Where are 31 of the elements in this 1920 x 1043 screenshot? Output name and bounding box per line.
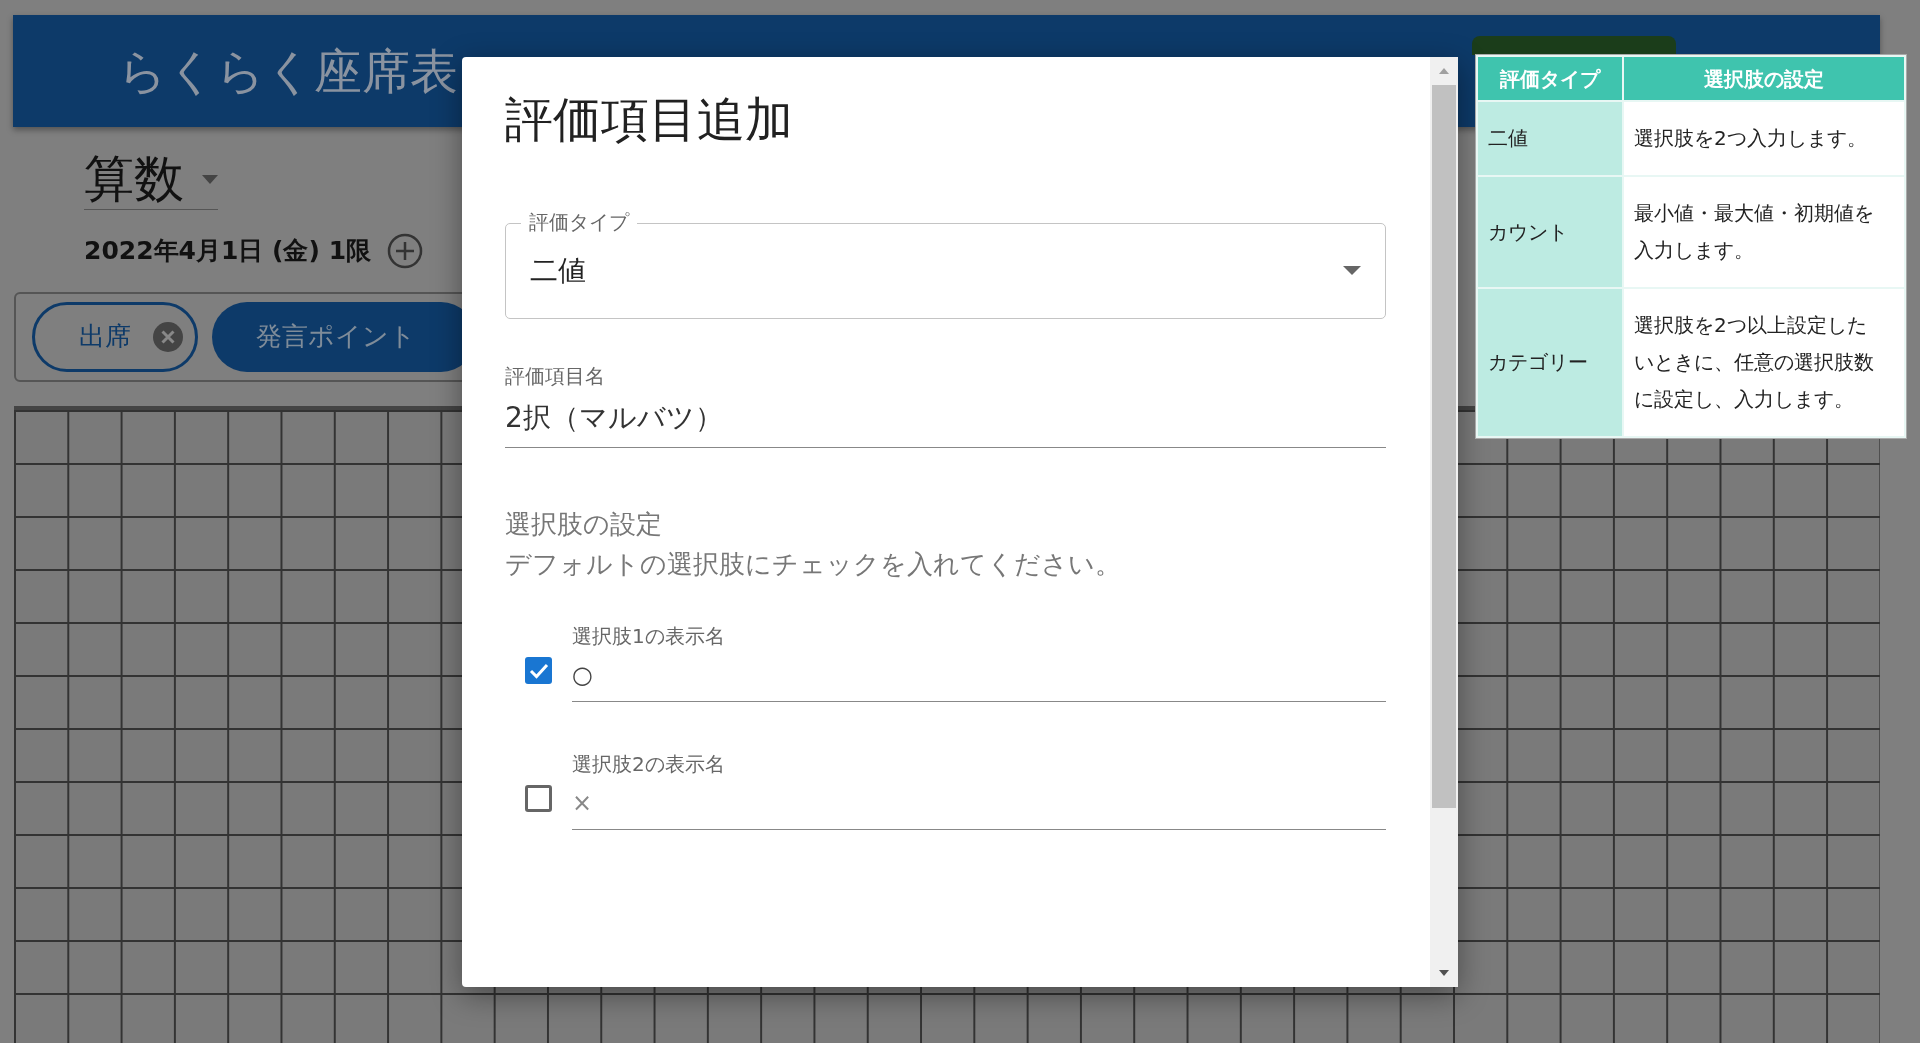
option-input-field[interactable]: × bbox=[572, 779, 1386, 831]
checkbox[interactable] bbox=[525, 785, 552, 813]
section-heading: 選択肢の設定 bbox=[505, 507, 663, 541]
session-label: 2022年4月1日 (金) 1限 bbox=[84, 235, 372, 267]
close-icon[interactable] bbox=[153, 321, 183, 352]
scrollbar[interactable] bbox=[1430, 57, 1458, 987]
table-cell: 二値 bbox=[1477, 101, 1623, 176]
option-input-field[interactable]: ○ bbox=[572, 651, 1386, 703]
column-header: 評価タイプ bbox=[1477, 56, 1623, 101]
filter-chip[interactable]: 出席 bbox=[32, 301, 198, 372]
add-icon[interactable] bbox=[387, 232, 424, 269]
table-cell: カテゴリー bbox=[1477, 288, 1623, 437]
name-input-field[interactable]: 2択（マルバツ） bbox=[505, 390, 1386, 448]
dialog-title: 評価項目追加 bbox=[505, 91, 794, 149]
caret-icon bbox=[1343, 266, 1361, 276]
app-title: らくらく座席表 bbox=[118, 42, 458, 101]
column-header: 選択肢の設定 bbox=[1623, 56, 1905, 101]
field-label: 評価項目名 bbox=[505, 362, 606, 390]
table-cell: 選択肢を2つ以上設定したいときに、任意の選択肢数に設定し、入力します。 bbox=[1623, 288, 1905, 437]
table-cell: 選択肢を2つ入力します。 bbox=[1623, 101, 1905, 176]
caret-icon bbox=[202, 175, 218, 184]
checkbox[interactable] bbox=[525, 657, 552, 685]
field-label: 選択肢1の表示名 bbox=[572, 623, 726, 651]
scrollbar-thumb[interactable] bbox=[1432, 85, 1456, 808]
hint-text: デフォルトの選択肢にチェックを入れてください。 bbox=[505, 547, 1122, 581]
field-label: 選択肢2の表示名 bbox=[572, 751, 726, 779]
table-cell: 最小値・最大値・初期値を入力します。 bbox=[1623, 176, 1905, 288]
table-cell: カウント bbox=[1477, 176, 1623, 288]
subject-select[interactable]: 算数 bbox=[84, 152, 218, 210]
check-icon bbox=[528, 662, 549, 679]
header-button[interactable] bbox=[1472, 36, 1676, 55]
